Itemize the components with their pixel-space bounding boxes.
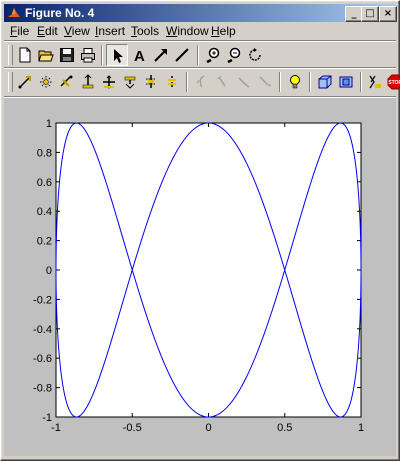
toolbar-grip[interactable] [8, 45, 13, 65]
y-tick-label: -0.8 [33, 383, 52, 395]
none-light-icon[interactable] [254, 71, 276, 93]
toolbar-separator [197, 45, 199, 65]
y-tick-label: 1 [46, 118, 52, 130]
move-camera-icon[interactable] [77, 71, 99, 93]
y-tick-label: 0.8 [37, 147, 52, 159]
reset-icon[interactable] [364, 71, 386, 93]
figure-window: Figure No. 4 _ □ × File Edit View Insert… [0, 0, 400, 461]
title-bar[interactable]: Figure No. 4 _ □ × [4, 4, 397, 22]
y-tick-label: -0.4 [33, 324, 52, 336]
camera-orbit-icon[interactable] [14, 71, 36, 93]
svg-text:A: A [134, 48, 145, 63]
menu-bar: File Edit View Insert Tools Window Help [4, 23, 396, 40]
y-tick-label: 0 [46, 265, 52, 277]
y-tick-label: -1 [42, 412, 52, 424]
plot-area[interactable]: -1 -0.5 0 0.5 1 1 0.8 0.6 0.4 0.2 0 -0.2 -0.4 -0.6 -0.… [4, 98, 396, 456]
x-axis-light-icon[interactable] [191, 71, 213, 93]
menu-help[interactable]: Help [211, 24, 236, 38]
select-arrow-icon[interactable] [106, 44, 128, 66]
zoom-out-icon[interactable] [223, 44, 245, 66]
insert-text-icon[interactable]: A [129, 44, 151, 66]
x-tick-label: -1 [51, 422, 61, 434]
move-forward-icon[interactable] [98, 71, 120, 93]
y-tick-label: -0.6 [33, 353, 52, 365]
axes-box[interactable] [55, 122, 362, 418]
svg-text:STOP: STOP [388, 80, 400, 86]
insert-line-icon[interactable] [171, 44, 193, 66]
toolbar-separator [279, 72, 281, 92]
stop-icon[interactable]: STOP [384, 71, 400, 93]
menu-tools[interactable]: Tools [131, 24, 159, 38]
close-button[interactable]: × [379, 6, 397, 22]
y-tick-label: -0.2 [33, 294, 52, 306]
menu-edit[interactable]: Edit [37, 24, 58, 38]
orbit-light-icon[interactable] [35, 71, 57, 93]
matlab-logo-icon [8, 8, 20, 17]
window-title: Figure No. 4 [25, 6, 95, 20]
zoom-in-icon[interactable] [202, 44, 224, 66]
open-file-icon[interactable] [35, 44, 57, 66]
save-icon[interactable] [56, 44, 78, 66]
menu-insert[interactable]: Insert [95, 24, 125, 38]
y-tick-label: 0.4 [37, 206, 52, 218]
x-tick-label: 1 [358, 422, 364, 434]
menu-file[interactable]: File [10, 24, 29, 38]
insert-arrow-icon[interactable] [150, 44, 172, 66]
toolbar-separator [309, 72, 311, 92]
light-toggle-icon[interactable] [284, 71, 306, 93]
figure-toolbar: A [4, 42, 396, 68]
projection-icon[interactable] [314, 71, 336, 93]
y-tick-label: 0.6 [37, 177, 52, 189]
x-tick-label: -0.5 [123, 422, 142, 434]
move-camera-up-icon[interactable] [119, 71, 141, 93]
orthographic-icon[interactable] [335, 71, 357, 93]
y-axis-light-icon[interactable] [212, 71, 234, 93]
print-icon[interactable] [77, 44, 99, 66]
pan-tilt-icon[interactable] [56, 71, 78, 93]
rotate-3d-icon[interactable] [244, 44, 266, 66]
new-figure-icon[interactable] [14, 44, 36, 66]
toolbar-separator [186, 72, 188, 92]
x-tick-label: 0.5 [277, 422, 292, 434]
z-axis-light-icon[interactable] [233, 71, 255, 93]
maximize-button[interactable]: □ [361, 6, 379, 22]
x-tick-label: 0 [205, 422, 211, 434]
toolbar-grip[interactable] [8, 72, 13, 92]
menu-window[interactable]: Window [166, 24, 209, 38]
roll-camera-icon[interactable] [140, 71, 162, 93]
toolbar-separator [360, 72, 362, 92]
toolbar-separator [101, 45, 103, 65]
figure-canvas[interactable]: -1 -0.5 0 0.5 1 1 0.8 0.6 0.4 0.2 0 -0.2 -0.4 -0.6 -0.… [4, 98, 396, 456]
y-tick-label: 0.2 [37, 236, 52, 248]
camera-toolbar: STOP [4, 69, 400, 95]
principal-axis-icon[interactable] [161, 71, 183, 93]
menu-view[interactable]: View [64, 24, 90, 38]
